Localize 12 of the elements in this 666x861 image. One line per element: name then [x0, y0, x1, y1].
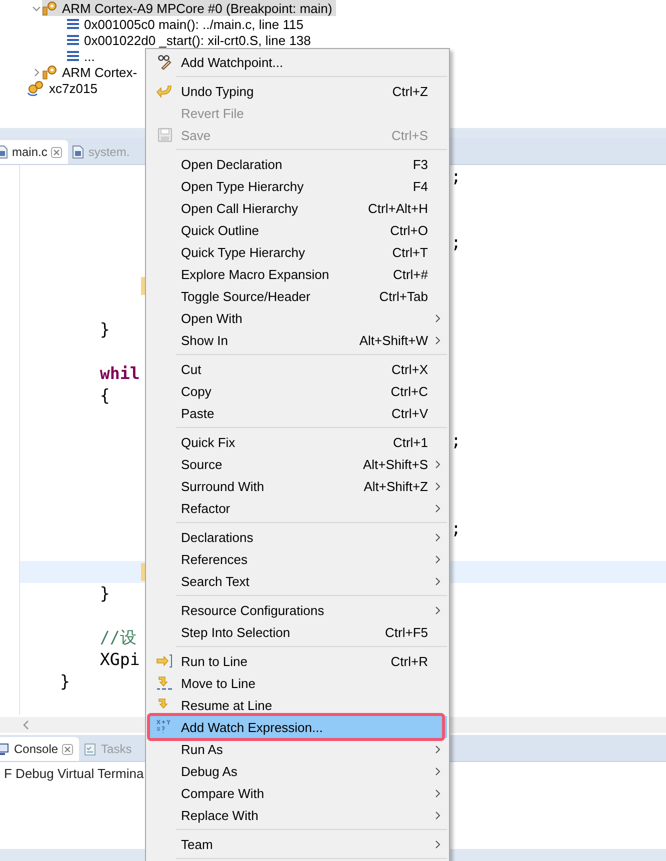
- code-text: }: [58, 671, 70, 693]
- code-text: ;: [451, 430, 461, 450]
- code-text: }: [98, 319, 110, 341]
- code-text: {: [98, 385, 110, 407]
- code-text: }: [98, 583, 110, 605]
- code-text: XGpi: [98, 649, 140, 671]
- code-text: ;: [451, 166, 461, 186]
- code-text: whil: [98, 363, 140, 385]
- console-text: F Debug Virtual Termina: [3, 766, 144, 781]
- code-text: ;: [451, 232, 461, 252]
- code-text: //设: [98, 627, 137, 649]
- code-text: ;: [451, 518, 461, 538]
